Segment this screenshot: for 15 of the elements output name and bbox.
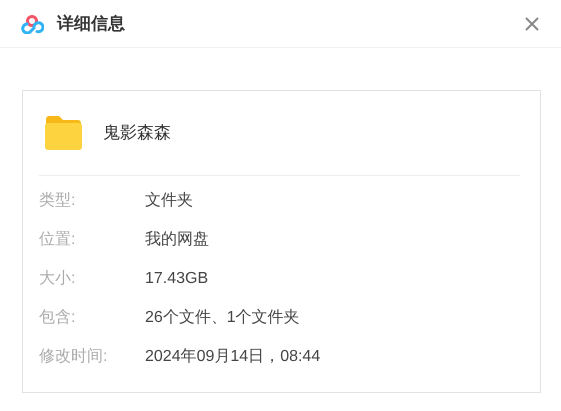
detail-value: 我的网盘: [145, 230, 209, 250]
folder-icon: [44, 116, 83, 150]
folder-name: 鬼影森森: [103, 122, 171, 144]
detail-value: 2024年09月14日，08:44: [145, 346, 320, 366]
detail-label: 类型:: [39, 190, 76, 210]
detail-value: 26个文件、1个文件夹: [145, 308, 300, 328]
cloud-logo-icon: [20, 14, 44, 34]
detail-value: 17.43GB: [145, 268, 208, 288]
detail-value: 文件夹: [145, 190, 193, 210]
close-button[interactable]: [523, 14, 541, 32]
detail-label: 位置:: [39, 230, 76, 250]
window-title: 详细信息: [57, 12, 125, 35]
detail-label: 修改时间:: [39, 346, 108, 366]
detail-label: 包含:: [39, 308, 76, 328]
detail-label: 大小:: [39, 268, 76, 288]
